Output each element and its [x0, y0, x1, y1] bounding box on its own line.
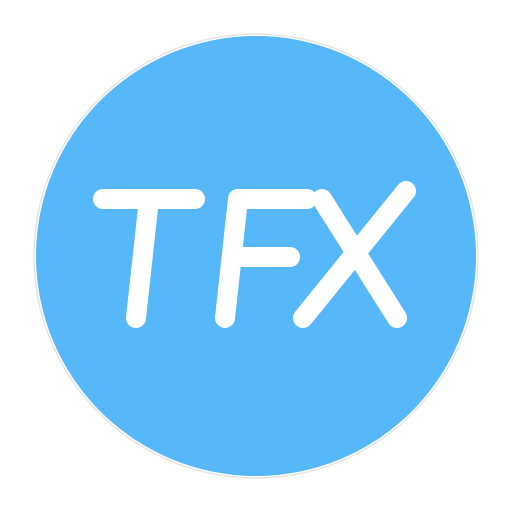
app-icon: [0, 0, 512, 512]
tfx-logo-icon: [33, 33, 479, 479]
